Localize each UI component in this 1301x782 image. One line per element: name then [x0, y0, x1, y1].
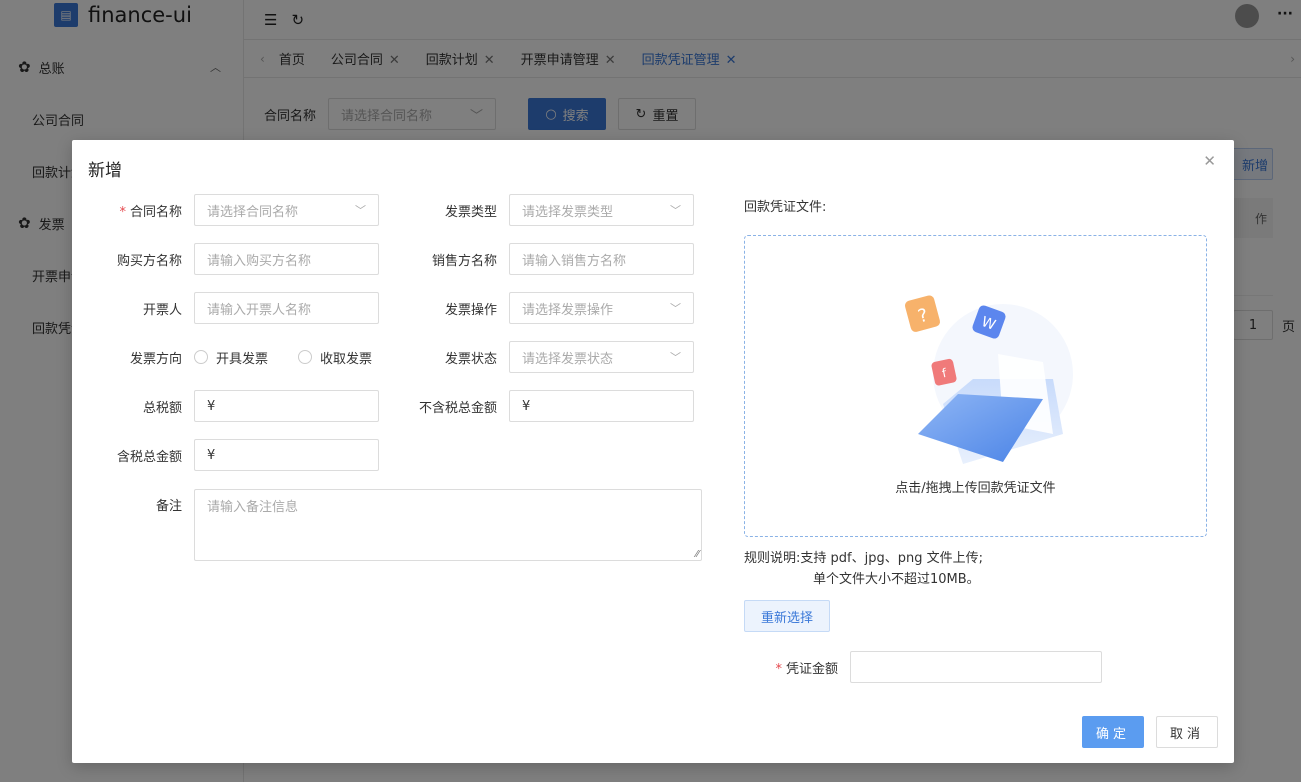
resize-handle-icon[interactable]: ⁄⁄: [696, 549, 699, 560]
upload-label: 回款凭证文件:: [744, 200, 827, 215]
radio-issue-invoice[interactable]: 开具发票: [194, 348, 268, 367]
total-without-tax-input[interactable]: ¥: [509, 390, 694, 422]
invoice-type-label: 发票类型: [444, 204, 497, 220]
rule-line: 规则说明:支持 pdf、jpg、png 文件上传;: [744, 551, 983, 566]
select-placeholder: 请选择发票操作: [522, 302, 614, 318]
buyer-name-input[interactable]: 请输入购买方名称: [194, 243, 379, 275]
invoice-status-select[interactable]: 请选择发票状态 ﹀: [509, 341, 694, 373]
input-placeholder: 请输入开票人名称: [207, 302, 312, 318]
total-tax-label: 总税额: [142, 400, 182, 416]
select-placeholder: 请选择发票状态: [522, 351, 614, 367]
cancel-button[interactable]: 取消: [1156, 716, 1218, 748]
seller-name-input[interactable]: 请输入销售方名称: [509, 243, 694, 275]
confirm-button[interactable]: 确定: [1082, 716, 1144, 748]
input-value: ¥: [522, 398, 531, 414]
input-value: ¥: [207, 398, 216, 414]
voucher-amount-label: 凭证金额: [785, 661, 838, 677]
form-row: 开票人 请输入开票人名称 发票操作 请选择发票操作 ﹀: [72, 292, 694, 324]
input-value: ¥: [207, 447, 216, 463]
contract-name-select[interactable]: 请选择合同名称 ﹀: [194, 194, 379, 226]
select-placeholder: 请选择合同名称: [207, 204, 299, 220]
drawer-label: 开票人: [142, 302, 182, 318]
upload-rules: 规则说明:支持 pdf、jpg、png 文件上传; 单个文件大小不超过10MB。: [744, 548, 983, 590]
upload-dropzone[interactable]: ? W f 点击/拖拽上传回款凭证文件: [744, 235, 1207, 537]
voucher-amount-input[interactable]: [850, 651, 1102, 683]
total-without-tax-label: 不含税总金额: [418, 400, 497, 416]
input-placeholder: 请输入购买方名称: [207, 253, 312, 269]
radio-circle[interactable]: [298, 350, 313, 364]
invoice-direction-label: 发票方向: [129, 351, 182, 367]
invoice-direction-radio-group: 开具发票 收取发票: [194, 348, 379, 367]
field-label: * 合同名称: [72, 201, 194, 220]
upload-folder-illustration: ? W f: [904, 295, 1073, 464]
invoice-status-label: 发票状态: [444, 351, 497, 367]
chevron-down-icon: ﹀: [670, 302, 681, 315]
rule-line: 单个文件大小不超过10MB。: [813, 572, 980, 587]
radio-receive-invoice[interactable]: 收取发票: [298, 348, 372, 367]
seller-name-label: 销售方名称: [431, 253, 497, 269]
chevron-down-icon: ﹀: [670, 204, 681, 217]
required-mark: *: [119, 204, 126, 220]
form-row: 购买方名称 请输入购买方名称 销售方名称 请输入销售方名称: [72, 243, 694, 275]
form-row: * 合同名称 请选择合同名称 ﹀ 发票类型 请选择发票类型 ﹀: [72, 194, 694, 226]
upload-hint: 点击/拖拽上传回款凭证文件: [895, 481, 1056, 496]
invoice-operation-label: 发票操作: [444, 302, 497, 318]
form-row: 备注 请输入备注信息 ⁄⁄: [72, 489, 702, 561]
input-placeholder: 请输入销售方名称: [522, 253, 627, 269]
select-placeholder: 请选择发票类型: [522, 204, 614, 220]
invoice-operation-select[interactable]: 请选择发票操作 ﹀: [509, 292, 694, 324]
radio-label: 开具发票: [216, 351, 269, 367]
contract-name-label: 合同名称: [129, 204, 182, 220]
remark-textarea[interactable]: 请输入备注信息 ⁄⁄: [194, 489, 702, 561]
drawer-input[interactable]: 请输入开票人名称: [194, 292, 379, 324]
radio-circle[interactable]: [194, 350, 208, 364]
form-row: 含税总金额 ¥: [72, 439, 379, 471]
total-with-tax-input[interactable]: ¥: [194, 439, 379, 471]
required-mark: *: [775, 661, 782, 677]
buyer-name-label: 购买方名称: [116, 253, 182, 269]
textarea-placeholder: 请输入备注信息: [207, 500, 299, 515]
voucher-amount-row: * 凭证金额: [772, 651, 1102, 683]
field-label: * 凭证金额: [772, 658, 850, 677]
reselect-button[interactable]: 重新选择: [744, 600, 830, 632]
remark-label: 备注: [155, 499, 182, 514]
total-tax-input[interactable]: ¥: [194, 390, 379, 422]
dialog-title: 新增: [88, 161, 122, 181]
add-voucher-dialog: 新增 ✕ * 合同名称 请选择合同名称 ﹀ 发票类型 请选择发票类型 ﹀ 购买方名…: [72, 140, 1234, 763]
total-with-tax-label: 含税总金额: [116, 449, 182, 465]
invoice-type-select[interactable]: 请选择发票类型 ﹀: [509, 194, 694, 226]
chevron-down-icon: ﹀: [670, 351, 681, 364]
form-row: 发票方向 开具发票 收取发票 发票状态 请选择发票状态 ﹀: [72, 341, 694, 373]
form-row: 总税额 ¥ 不含税总金额 ¥: [72, 390, 694, 422]
chevron-down-icon: ﹀: [355, 204, 366, 217]
close-icon[interactable]: ✕: [1203, 152, 1216, 170]
radio-label: 收取发票: [320, 351, 373, 367]
